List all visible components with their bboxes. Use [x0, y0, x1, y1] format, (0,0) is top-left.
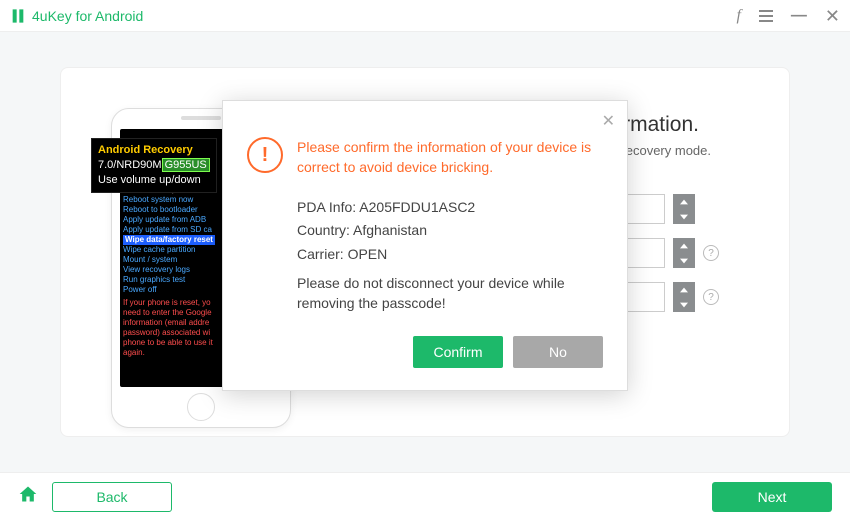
- disconnect-note: Please do not disconnect your device whi…: [297, 273, 603, 314]
- pda-label: PDA Info:: [297, 199, 356, 215]
- chevron-up-icon[interactable]: [673, 194, 695, 209]
- no-button[interactable]: No: [513, 336, 603, 368]
- menu-line-selected: Wipe data/factory reset: [123, 235, 215, 245]
- recovery-banner: Android Recovery 7.0/NRD90MG955US Use vo…: [91, 138, 217, 193]
- chevron-up-icon[interactable]: [673, 238, 695, 253]
- title-bar: 4uKey for Android f — ✕: [0, 0, 850, 32]
- home-icon[interactable]: [18, 484, 38, 509]
- facebook-icon[interactable]: f: [736, 8, 740, 24]
- next-button[interactable]: Next: [712, 482, 832, 512]
- spin-buttons[interactable]: [673, 282, 695, 312]
- chevron-down-icon[interactable]: [673, 209, 695, 224]
- menu-icon[interactable]: [759, 10, 773, 22]
- banner-hint: Use volume up/down: [98, 173, 210, 188]
- footer: Back Next: [0, 472, 850, 520]
- minimize-icon[interactable]: —: [791, 8, 807, 24]
- chevron-down-icon[interactable]: [673, 253, 695, 268]
- carrier-value: OPEN: [348, 246, 388, 262]
- warning-icon: !: [247, 137, 283, 173]
- back-button[interactable]: Back: [52, 482, 172, 512]
- help-icon[interactable]: ?: [703, 289, 719, 305]
- help-icon[interactable]: ?: [703, 245, 719, 261]
- spin-buttons[interactable]: [673, 194, 695, 224]
- close-icon[interactable]: ✕: [825, 7, 840, 25]
- spin-buttons[interactable]: [673, 238, 695, 268]
- device-info: PDA Info: A205FDDU1ASC2 Country: Afghani…: [297, 196, 603, 314]
- confirm-dialog: ✕ ! Please confirm the information of yo…: [222, 100, 628, 391]
- logo-icon: [10, 8, 26, 24]
- app-title: 4uKey for Android: [32, 8, 143, 24]
- banner-title: Android Recovery: [98, 143, 210, 158]
- carrier-label: Carrier:: [297, 246, 344, 262]
- close-icon[interactable]: ✕: [602, 111, 615, 131]
- app-logo: 4uKey for Android: [10, 8, 143, 24]
- country-label: Country:: [297, 222, 350, 238]
- pda-value: A205FDDU1ASC2: [359, 199, 475, 215]
- banner-build: 7.0/NRD90MG955US: [98, 158, 210, 173]
- country-value: Afghanistan: [353, 222, 427, 238]
- chevron-up-icon[interactable]: [673, 282, 695, 297]
- chevron-down-icon[interactable]: [673, 297, 695, 312]
- confirm-button[interactable]: Confirm: [413, 336, 503, 368]
- warning-message: Please confirm the information of your d…: [297, 137, 603, 178]
